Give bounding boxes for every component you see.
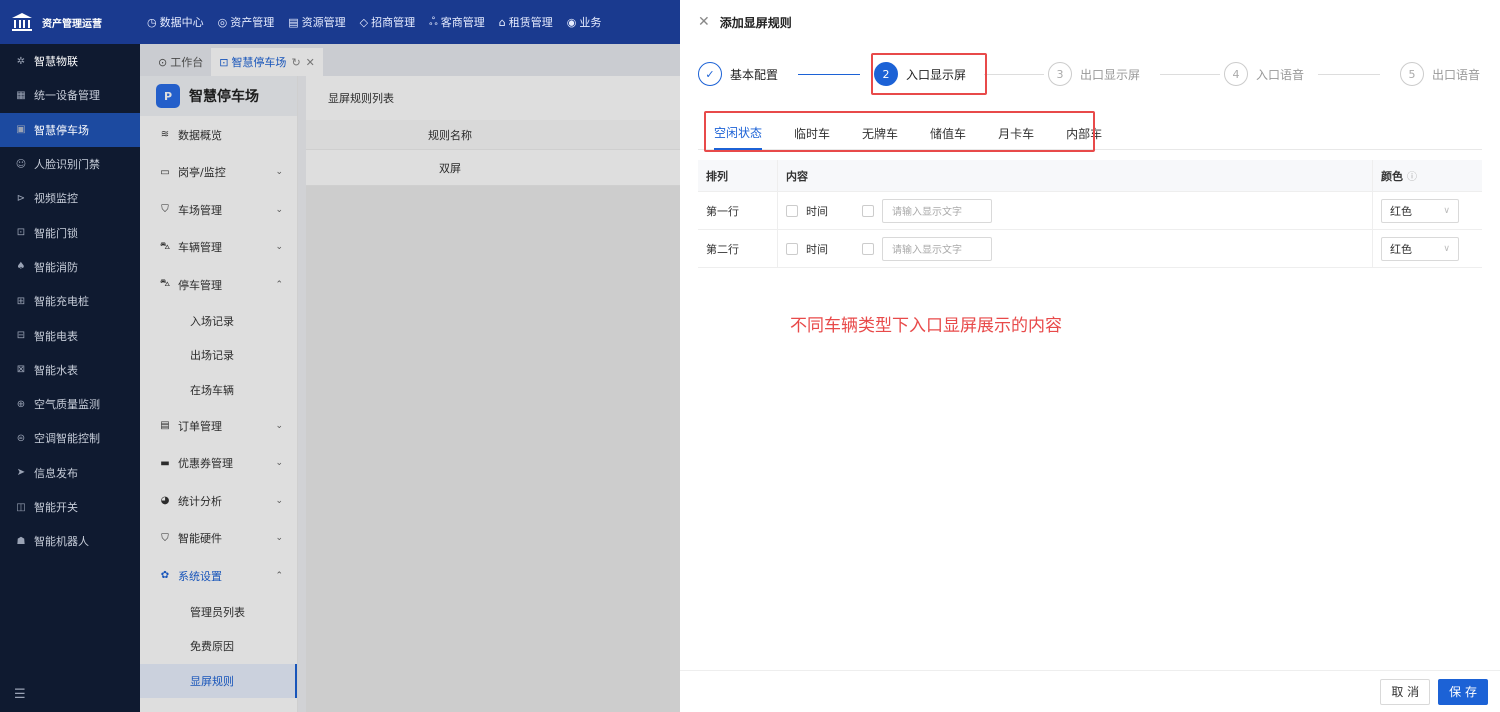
leftnav-water[interactable]: ⊠ 智能水表 (0, 353, 140, 387)
leftnav-air[interactable]: ⊕ 空气质量监测 (0, 387, 140, 421)
table-row: 第一行 时间 请输入显示文字 红色 ∨ (698, 192, 1482, 230)
building-icon: ⌂ (498, 15, 506, 29)
leftnav-fire[interactable]: ♠ 智能消防 (0, 250, 140, 284)
highlight-box (871, 53, 987, 95)
time-checkbox[interactable] (786, 242, 798, 255)
chevron-down-icon: ∨ (1443, 243, 1450, 254)
table-row: 第二行 时间 请输入显示文字 红色 ∨ (698, 230, 1482, 268)
app-title: 资产管理运营 (42, 18, 102, 30)
topnav-lease[interactable]: ⌂ 租赁管理 (492, 14, 560, 30)
topnav-business[interactable]: ◉ 业务 (560, 14, 609, 30)
ac-icon: ⊜ (16, 432, 26, 444)
switch-icon: ◫ (16, 501, 26, 513)
topnav-invest[interactable]: ◇ 招商管理 (353, 14, 422, 30)
leftnav-device[interactable]: ▦ 统一设备管理 (0, 78, 140, 112)
leftnav-video[interactable]: ⊳ 视频监控 (0, 181, 140, 215)
leftnav-robot[interactable]: ☗ 智能机器人 (0, 524, 140, 558)
leftnav-switch[interactable]: ◫ 智能开关 (0, 490, 140, 524)
topnav-asset[interactable]: ◎ 资产管理 (211, 14, 282, 30)
table-header: 排列 内容 颜色 ⓘ (698, 160, 1482, 192)
cancel-button[interactable]: 取 消 (1380, 678, 1431, 705)
leftnav-parking[interactable]: ▣ 智慧停车场 (0, 112, 140, 147)
circle-icon: ◉ (566, 15, 577, 29)
leftnav-lock[interactable]: ⊡ 智能门锁 (0, 215, 140, 249)
send-icon: ➤ (16, 467, 26, 479)
content-table: 排列 内容 颜色 ⓘ 第一行 时间 请输入显示文字 红色 ∨ 第二行 时间 请输入显… (698, 160, 1482, 268)
drawer-footer: 取 消 保 存 (680, 670, 1500, 712)
step-4[interactable]: 4 入口语音 (1224, 62, 1304, 86)
col-row: 排列 (698, 160, 778, 191)
time-checkbox[interactable] (786, 204, 798, 217)
gear-icon: ✲ (16, 55, 26, 67)
color-select[interactable]: 红色 ∨ (1381, 236, 1459, 261)
step-line (798, 74, 860, 75)
modal-mask[interactable] (140, 44, 680, 712)
steps: ✓ 基本配置 2 入口显示屏 3 出口显示屏 4 入口语音 5 出口语音 (698, 62, 1482, 88)
col-color: 颜色 ⓘ (1372, 160, 1482, 191)
box-icon: ◎ (217, 15, 228, 29)
water-icon: ⊠ (16, 364, 26, 376)
leftnav-meter[interactable]: ⊟ 智能电表 (0, 318, 140, 352)
leftnav-info[interactable]: ➤ 信息发布 (0, 456, 140, 490)
clock-icon: ◷ (147, 15, 157, 29)
bank-icon (10, 11, 34, 33)
row-content: 时间 请输入显示文字 (778, 192, 1372, 229)
step-1[interactable]: ✓ 基本配置 (698, 62, 778, 86)
col-content: 内容 (786, 169, 808, 183)
users-icon: ஃ (429, 14, 438, 28)
meter-icon: ⊟ (16, 330, 26, 342)
robot-icon: ☗ (16, 535, 26, 547)
highlight-box (704, 111, 1095, 152)
drawer-title: 添加显屏规则 (719, 15, 792, 30)
topnav-resource[interactable]: ▤ 资源管理 (281, 14, 352, 30)
parking-icon: ▣ (16, 124, 26, 136)
face-icon: ☺ (15, 158, 27, 170)
chevron-down-icon: ∨ (1443, 205, 1450, 216)
collapse-menu-icon[interactable]: ☰ (14, 687, 26, 702)
leftnav-face[interactable]: ☺ 人脸识别门禁 (0, 147, 140, 181)
leftnav-ac[interactable]: ⊜ 空调智能控制 (0, 421, 140, 455)
color-select[interactable]: 红色 ∨ (1381, 198, 1459, 223)
step-line (1318, 74, 1380, 75)
top-nav: ◷ 数据中心 ◎ 资产管理 ▤ 资源管理 ◇ 招商管理 ஃ 客商管理 ⌂ 租赁管理 ◉ 业务 (140, 14, 608, 30)
text-checkbox[interactable] (862, 204, 874, 217)
topnav-merchant[interactable]: ஃ 客商管理 (422, 14, 492, 30)
charger-icon: ⊞ (16, 295, 26, 307)
row-label: 第二行 (698, 230, 778, 267)
row-content: 时间 请输入显示文字 (778, 230, 1372, 267)
save-button[interactable]: 保 存 (1438, 678, 1488, 705)
annotation-text: 不同车辆类型下入口显屏展示的内容 (790, 316, 1062, 336)
air-icon: ⊕ (16, 398, 26, 410)
time-label: 时间 (806, 204, 828, 218)
close-icon[interactable]: ✕ (698, 14, 710, 30)
grid-icon: ▦ (16, 89, 26, 101)
app-logo[interactable]: 资产管理运营 (0, 11, 140, 33)
display-text-input[interactable]: 请输入显示文字 (882, 236, 992, 261)
add-rule-drawer: ✕ 添加显屏规则 ✓ 基本配置 2 入口显示屏 3 出口显示屏 4 入口语音 5 出口语音 … (680, 0, 1500, 712)
step-line (984, 74, 1044, 75)
left-nav: ✲ 智慧物联 ▦ 统一设备管理 ▣ 智慧停车场 ☺ 人脸识别门禁 ⊳ 视频监控 ⊡ 智能门锁… (0, 44, 140, 712)
step-3[interactable]: 3 出口显示屏 (1048, 62, 1140, 86)
check-icon: ✓ (698, 62, 722, 86)
row-label: 第一行 (698, 192, 778, 229)
help-icon[interactable]: ⓘ (1407, 168, 1417, 183)
display-text-input[interactable]: 请输入显示文字 (882, 198, 992, 223)
leftnav-charger[interactable]: ⊞ 智能充电桩 (0, 284, 140, 318)
document-icon: ▤ (288, 15, 299, 29)
step-5[interactable]: 5 出口语音 (1400, 62, 1480, 86)
row-color: 红色 ∨ (1372, 230, 1482, 267)
tag-icon: ◇ (359, 15, 369, 29)
leftnav-iot[interactable]: ✲ 智慧物联 (0, 44, 140, 78)
text-checkbox[interactable] (862, 242, 874, 255)
drawer-header: ✕ 添加显屏规则 (680, 0, 1500, 44)
fire-icon: ♠ (16, 261, 26, 273)
time-label: 时间 (806, 242, 828, 256)
step-line (1160, 74, 1220, 75)
row-color: 红色 ∨ (1372, 192, 1482, 229)
camera-icon: ⊳ (16, 192, 26, 204)
lock-icon: ⊡ (16, 227, 26, 239)
topnav-data-center[interactable]: ◷ 数据中心 (140, 14, 211, 30)
